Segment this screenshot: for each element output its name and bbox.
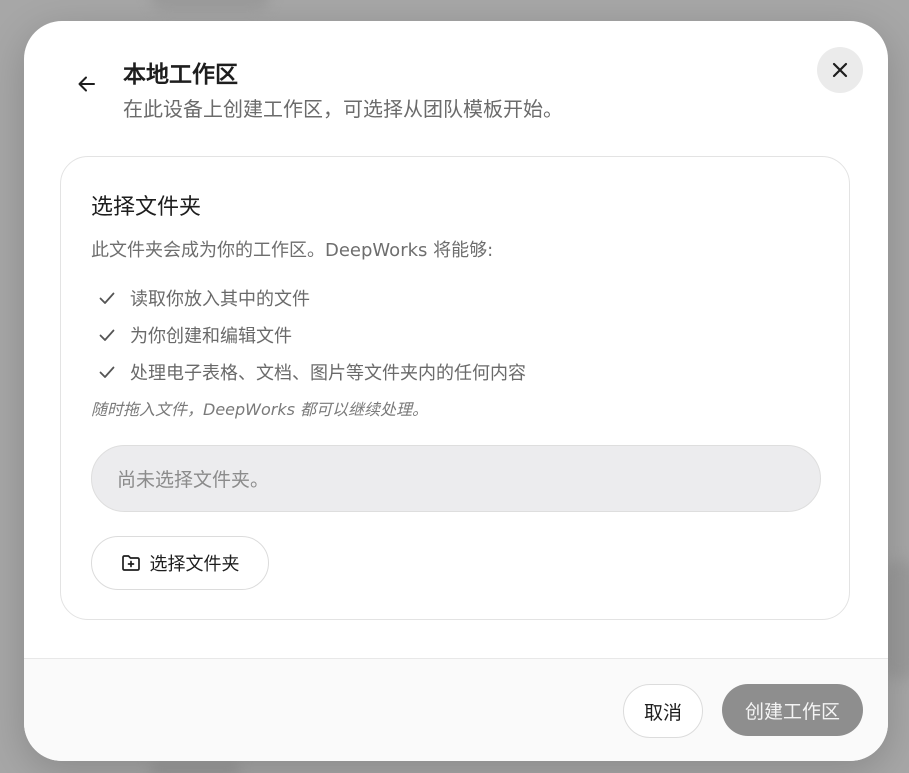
arrow-left-icon (78, 76, 95, 92)
create-workspace-button[interactable]: 创建工作区 (722, 684, 863, 736)
card-title: 选择文件夹 (91, 195, 202, 220)
choose-folder-label: 选择文件夹 (149, 554, 240, 575)
drag-drop-hint: 随时拖入文件，DeepWorks 都可以继续处理。 (91, 400, 429, 419)
folder-path-placeholder: 尚未选择文件夹。 (117, 469, 270, 491)
capability-label: 为你创建和编辑文件 (130, 325, 292, 347)
folder-selection-card: 选择文件夹 此文件夹会成为你的工作区。DeepWorks 将能够: 读取你放入其… (60, 156, 850, 620)
capability-label: 读取你放入其中的文件 (130, 288, 310, 310)
selected-folder-path: 尚未选择文件夹。 (91, 445, 821, 512)
capability-item: 读取你放入其中的文件 (97, 279, 526, 316)
cancel-button[interactable]: 取消 (623, 684, 703, 738)
capability-label: 处理电子表格、文档、图片等文件夹内的任何内容 (130, 362, 526, 384)
close-button[interactable] (817, 47, 863, 93)
back-button[interactable] (70, 67, 104, 101)
check-icon (97, 325, 117, 345)
backdrop-shape (150, 0, 270, 10)
backdrop-shape (150, 760, 240, 773)
dialog-title: 本地工作区 (123, 62, 238, 88)
dialog-footer: 取消 创建工作区 (24, 658, 888, 761)
folder-plus-icon (121, 555, 140, 571)
choose-folder-button[interactable]: 选择文件夹 (91, 536, 269, 590)
close-icon (832, 62, 848, 78)
check-icon (97, 288, 117, 308)
capability-list: 读取你放入其中的文件 为你创建和编辑文件 处理电子表格、文档、图片等文件夹内的任… (97, 279, 526, 390)
capability-item: 处理电子表格、文档、图片等文件夹内的任何内容 (97, 353, 526, 390)
dialog-subtitle: 在此设备上创建工作区，可选择从团队模板开始。 (123, 97, 563, 121)
capability-item: 为你创建和编辑文件 (97, 316, 526, 353)
card-description: 此文件夹会成为你的工作区。DeepWorks 将能够: (91, 240, 494, 261)
create-workspace-dialog: 本地工作区 在此设备上创建工作区，可选择从团队模板开始。 选择文件夹 此文件夹会… (24, 21, 888, 761)
check-icon (97, 362, 117, 382)
